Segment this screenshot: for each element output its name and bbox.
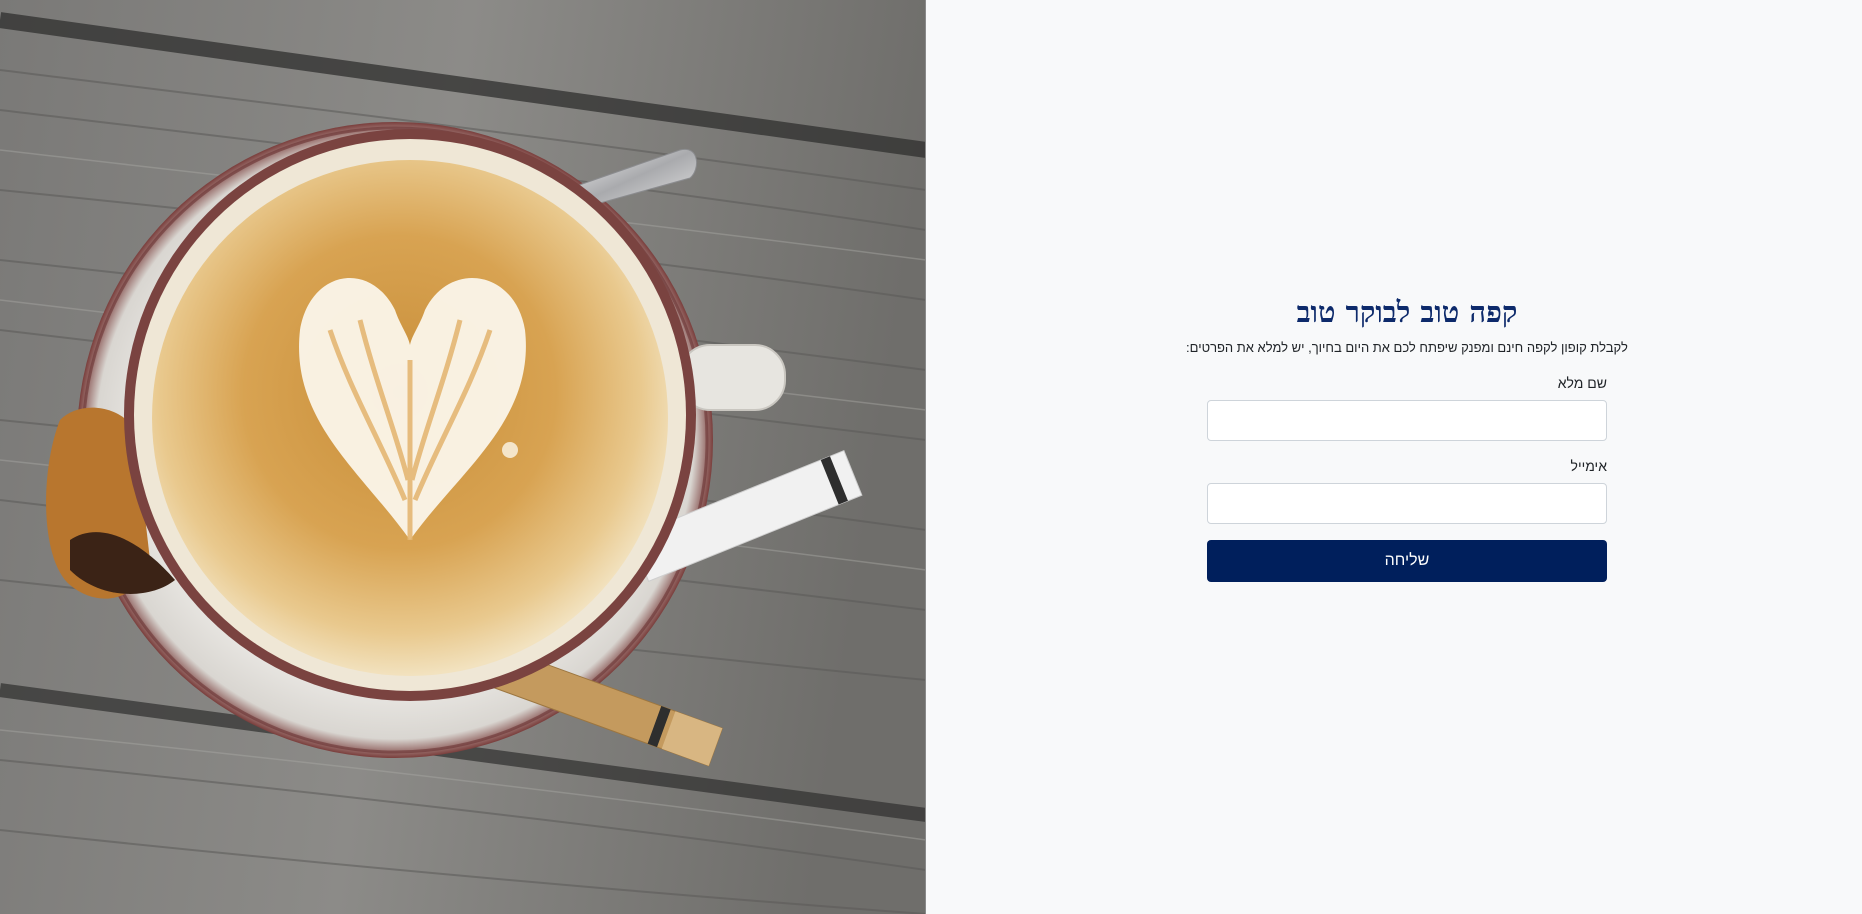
form-panel: קפה טוב לבוקר טוב לקבלת קופון לקפה חינם … xyxy=(926,0,1862,914)
form-description: לקבלת קופון לקפה חינם ומפנק שיפתח לכם את… xyxy=(1186,340,1628,355)
page: קפה טוב לבוקר טוב לקבלת קופון לקפה חינם … xyxy=(0,0,1862,914)
hero-photo xyxy=(0,0,926,914)
email-label: אימייל xyxy=(1570,458,1607,474)
page-title: קפה טוב לבוקר טוב xyxy=(1296,295,1518,329)
submit-button[interactable]: שליחה xyxy=(1207,540,1607,582)
latte-art-coffee-cup-photo xyxy=(0,0,925,914)
email-input[interactable] xyxy=(1207,483,1607,524)
full-name-input[interactable] xyxy=(1207,400,1607,441)
full-name-label: שם מלא xyxy=(1557,375,1607,391)
coupon-form: קפה טוב לבוקר טוב לקבלת קופון לקפה חינם … xyxy=(1186,293,1628,582)
